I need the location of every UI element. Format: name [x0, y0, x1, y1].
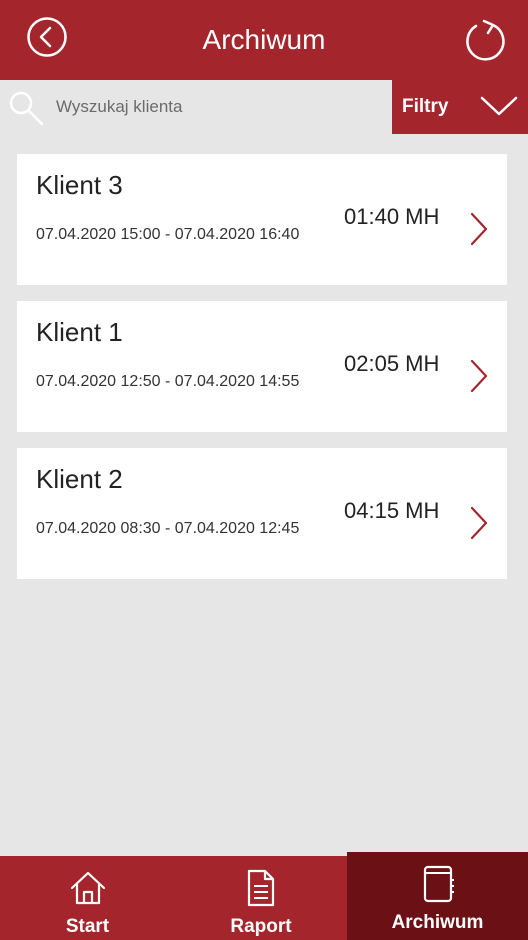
nav-item-raport[interactable]: Raport — [175, 856, 347, 940]
nav-item-start[interactable]: Start — [0, 856, 175, 940]
time-range: 07.04.2020 08:30 - 07.04.2020 12:45 — [36, 520, 300, 537]
document-icon — [247, 869, 275, 907]
nav-label: Archiwum — [391, 912, 484, 933]
search-icon — [9, 91, 44, 126]
refresh-button[interactable] — [462, 18, 508, 64]
nav-item-archiwum[interactable]: Archiwum — [347, 852, 528, 940]
header-bar: Archiwum — [0, 0, 528, 80]
list-item[interactable]: Klient 2 07.04.2020 08:30 - 07.04.2020 1… — [17, 448, 507, 579]
chevron-right-icon — [470, 212, 488, 246]
client-name: Klient 3 — [36, 170, 123, 200]
client-name: Klient 2 — [36, 464, 123, 494]
back-button[interactable] — [26, 16, 68, 58]
time-range: 07.04.2020 15:00 - 07.04.2020 16:40 — [36, 226, 300, 243]
page-title: Archiwum — [202, 24, 326, 55]
filter-button[interactable]: Filtry — [392, 80, 528, 134]
duration: 01:40 MH — [344, 204, 440, 229]
archive-list: Klient 3 07.04.2020 15:00 - 07.04.2020 1… — [17, 154, 507, 595]
chevron-right-icon — [470, 359, 488, 393]
home-icon — [70, 871, 105, 905]
list-item[interactable]: Klient 3 07.04.2020 15:00 - 07.04.2020 1… — [17, 154, 507, 285]
duration: 04:15 MH — [344, 498, 440, 523]
chevron-down-icon — [480, 96, 518, 116]
list-item[interactable]: Klient 1 07.04.2020 12:50 - 07.04.2020 1… — [17, 301, 507, 432]
chevron-right-icon — [470, 506, 488, 540]
nav-label: Start — [65, 916, 110, 937]
search-bar — [0, 80, 392, 134]
bottom-nav: Start Raport Archiwum — [0, 852, 528, 940]
duration: 02:05 MH — [344, 351, 440, 376]
search-input[interactable] — [56, 90, 386, 124]
time-range: 07.04.2020 12:50 - 07.04.2020 14:55 — [36, 373, 300, 390]
nav-label: Raport — [230, 916, 292, 937]
filter-label: Filtry — [402, 96, 449, 117]
notebook-icon — [423, 865, 454, 903]
client-name: Klient 1 — [36, 317, 123, 347]
